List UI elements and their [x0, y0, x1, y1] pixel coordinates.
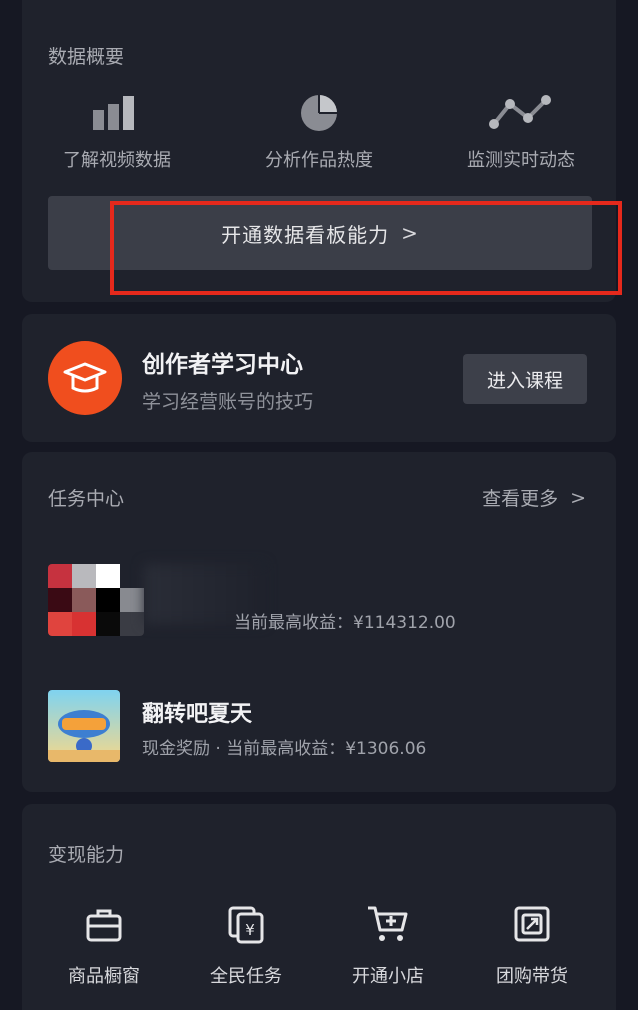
open-store-label: 开通小店 — [352, 966, 424, 987]
enter-course-button[interactable]: 进入课程 — [463, 354, 587, 404]
monetization-title: 变现能力 — [48, 844, 125, 866]
open-store-entry[interactable]: 开通小店 — [328, 904, 448, 988]
view-more-label: 查看更多 — [482, 488, 559, 510]
learning-subtitle: 学习经营账号的技巧 — [142, 391, 314, 413]
task-item[interactable]: 翻转吧夏天 现金奖励 · 当前最高收益：¥1306.06 — [48, 690, 608, 764]
task-reward: 现金奖励 · 当前最高收益：¥1306.06 — [142, 739, 427, 759]
data-overview-card: 数据概要 了解视频数据 分析作品热度 监测实时动态 开通数据看板能力 > — [22, 0, 622, 302]
learning-center-card[interactable]: 创作者学习中心 学习经营账号的技巧 进入课程 — [22, 314, 616, 442]
annotation-highlight-box — [110, 201, 622, 295]
task-center-card: 任务中心 查看更多 > 当前最高收益：¥114312.00 翻转吧夏天 现金奖励… — [22, 452, 616, 792]
monetization-card: 变现能力 商品橱窗 ¥ 全民任务 开通小店 团购带货 — [22, 804, 616, 1010]
group-buy-icon — [514, 906, 550, 942]
shop-window-entry[interactable]: 商品橱窗 — [44, 904, 164, 988]
task-yen-icon: ¥ — [228, 906, 264, 944]
stat-label: 分析作品热度 — [265, 150, 373, 171]
learning-title: 创作者学习中心 — [142, 352, 303, 378]
line-chart-icon — [489, 95, 551, 129]
shop-window-icon — [86, 909, 122, 942]
graduation-cap-icon — [63, 362, 107, 393]
task-name: 翻转吧夏天 — [142, 702, 253, 727]
group-buy-label: 团购带货 — [496, 966, 568, 987]
task-center-title: 任务中心 — [48, 488, 125, 510]
shop-window-label: 商品橱窗 — [68, 966, 140, 987]
task-thumbnail-pixelated — [48, 564, 144, 636]
stat-realtime[interactable]: 监测实时动态 — [436, 92, 606, 172]
data-overview-title: 数据概要 — [48, 46, 125, 68]
pie-chart-icon — [301, 95, 337, 131]
svg-text:¥: ¥ — [245, 921, 255, 939]
all-tasks-entry[interactable]: ¥ 全民任务 — [186, 904, 306, 988]
learning-logo — [48, 341, 122, 415]
stat-video-data[interactable]: 了解视频数据 — [32, 92, 202, 172]
task-reward: 当前最高收益：¥114312.00 — [234, 613, 456, 633]
task-thumbnail — [48, 690, 120, 762]
all-tasks-label: 全民任务 — [210, 966, 282, 987]
stat-label: 了解视频数据 — [63, 150, 171, 171]
bar-chart-icon — [93, 96, 134, 130]
stat-label: 监测实时动态 — [467, 150, 575, 171]
view-more-link[interactable]: 查看更多 > — [482, 484, 586, 511]
stat-work-heat[interactable]: 分析作品热度 — [234, 92, 404, 172]
chevron-right-icon: > — [570, 486, 586, 509]
task-item[interactable]: 当前最高收益：¥114312.00 — [48, 564, 608, 638]
cart-icon — [368, 906, 408, 941]
summer-game-image — [48, 690, 120, 762]
group-buy-entry[interactable]: 团购带货 — [472, 904, 592, 988]
